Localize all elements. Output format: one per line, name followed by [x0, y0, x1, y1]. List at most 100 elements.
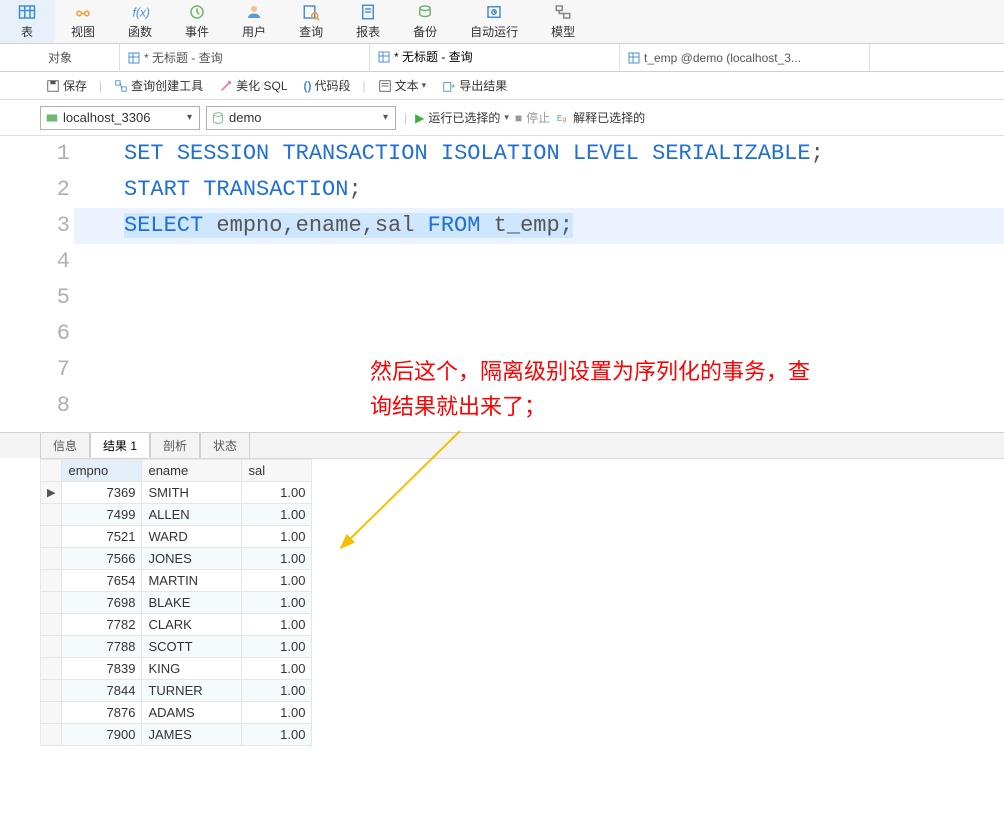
table-row[interactable]: 7782CLARK1.00 — [41, 614, 312, 636]
cell-sal[interactable]: 1.00 — [242, 636, 312, 658]
cell-empno[interactable]: 7499 — [62, 504, 142, 526]
cell-empno[interactable]: 7788 — [62, 636, 142, 658]
cell-empno[interactable]: 7876 — [62, 702, 142, 724]
table-row[interactable]: ▶7369SMITH1.00 — [41, 482, 312, 504]
tab-untitled-1[interactable]: * 无标题 - 查询 — [120, 44, 370, 71]
cell-ename[interactable]: JONES — [142, 548, 242, 570]
run-selected-button[interactable]: ▶ 运行已选择的 ▾ — [415, 109, 509, 126]
toolbar-report-label: 报表 — [356, 23, 380, 40]
cell-empno[interactable]: 7844 — [62, 680, 142, 702]
cell-empno[interactable]: 7369 — [62, 482, 142, 504]
toolbar-event-button[interactable]: 事件 — [169, 0, 226, 43]
toolbar-view-button[interactable]: 视图 — [55, 0, 112, 43]
toolbar-function-button[interactable]: f(x) 函数 — [112, 0, 169, 43]
cell-empno[interactable]: 7900 — [62, 724, 142, 746]
code-line-2[interactable]: START TRANSACTION; — [74, 172, 1004, 208]
kw: SELECT — [124, 213, 203, 238]
cell-empno[interactable]: 7698 — [62, 592, 142, 614]
table-row[interactable]: 7654MARTIN1.00 — [41, 570, 312, 592]
table-row[interactable]: 7499ALLEN1.00 — [41, 504, 312, 526]
database-icon — [211, 111, 225, 125]
db-combo[interactable]: demo ▾ — [206, 106, 396, 130]
table-row[interactable]: 7788SCOTT1.00 — [41, 636, 312, 658]
toolbar-backup-button[interactable]: 备份 — [397, 0, 454, 43]
toolbar-query-button[interactable]: 查询 — [283, 0, 340, 43]
cell-ename[interactable]: ALLEN — [142, 504, 242, 526]
cell-sal[interactable]: 1.00 — [242, 504, 312, 526]
text-button[interactable]: 文本 ▾ — [372, 75, 433, 96]
toolbar-user-button[interactable]: 用户 — [226, 0, 283, 43]
code-line-4[interactable] — [74, 244, 1004, 280]
row-indicator — [41, 570, 62, 592]
col-empno-header[interactable]: empno — [62, 460, 142, 482]
toolbar-report-button[interactable]: 报表 — [340, 0, 397, 43]
col-sal-header[interactable]: sal — [242, 460, 312, 482]
cell-ename[interactable]: MARTIN — [142, 570, 242, 592]
code-line-3[interactable]: SELECT empno,ename,sal FROM t_emp; — [74, 208, 1004, 244]
cell-ename[interactable]: SCOTT — [142, 636, 242, 658]
cell-empno[interactable]: 7654 — [62, 570, 142, 592]
cell-ename[interactable]: ADAMS — [142, 702, 242, 724]
table-row[interactable]: 7698BLAKE1.00 — [41, 592, 312, 614]
cell-ename[interactable]: SMITH — [142, 482, 242, 504]
cell-sal[interactable]: 1.00 — [242, 724, 312, 746]
save-button[interactable]: 保存 — [40, 75, 93, 96]
host-combo[interactable]: localhost_3306 ▾ — [40, 106, 200, 130]
beautify-button[interactable]: 美化 SQL — [213, 75, 293, 96]
cell-sal[interactable]: 1.00 — [242, 702, 312, 724]
tab-result-1[interactable]: 结果 1 — [90, 432, 150, 457]
line-number: 7 — [40, 352, 70, 388]
toolbar-table-button[interactable]: 表 — [0, 0, 55, 43]
snippet-button[interactable]: () 代码段 — [298, 75, 357, 96]
table-row[interactable]: 7521WARD1.00 — [41, 526, 312, 548]
toolbar-model-label: 模型 — [551, 23, 575, 40]
export-button[interactable]: 导出结果 — [436, 75, 513, 96]
cell-sal[interactable]: 1.00 — [242, 482, 312, 504]
tab-status[interactable]: 状态 — [200, 433, 250, 458]
cell-empno[interactable]: 7839 — [62, 658, 142, 680]
cell-ename[interactable]: TURNER — [142, 680, 242, 702]
col-ename-header[interactable]: ename — [142, 460, 242, 482]
col-label: ename — [148, 463, 188, 478]
tab-untitled-2[interactable]: * 无标题 - 查询 — [370, 44, 620, 71]
tab-object[interactable]: 对象 — [40, 44, 120, 71]
table-row[interactable]: 7566JONES1.00 — [41, 548, 312, 570]
cell-sal[interactable]: 1.00 — [242, 526, 312, 548]
cell-sal[interactable]: 1.00 — [242, 614, 312, 636]
code-line-6[interactable] — [74, 316, 1004, 352]
table-row[interactable]: 7844TURNER1.00 — [41, 680, 312, 702]
cell-sal[interactable]: 1.00 — [242, 658, 312, 680]
table-row[interactable]: 7876ADAMS1.00 — [41, 702, 312, 724]
tab-info[interactable]: 信息 — [40, 433, 90, 458]
sql-editor[interactable]: 1 2 3 4 5 6 7 8 SET SESSION TRANSACTION … — [0, 136, 1004, 424]
cell-ename[interactable]: CLARK — [142, 614, 242, 636]
tab-temp[interactable]: t_emp @demo (localhost_3... — [620, 44, 870, 71]
cell-ename[interactable]: BLAKE — [142, 592, 242, 614]
cell-ename[interactable]: WARD — [142, 526, 242, 548]
tab-temp-label: t_emp @demo (localhost_3... — [644, 51, 801, 65]
cell-ename[interactable]: JAMES — [142, 724, 242, 746]
cell-empno[interactable]: 7566 — [62, 548, 142, 570]
query-builder-button[interactable]: 查询创建工具 — [108, 75, 209, 96]
stop-button[interactable]: ■ 停止 — [515, 109, 550, 126]
code-line-1[interactable]: SET SESSION TRANSACTION ISOLATION LEVEL … — [74, 136, 1004, 172]
run-selected-label: 运行已选择的 — [428, 109, 500, 126]
cell-sal[interactable]: 1.00 — [242, 680, 312, 702]
cell-sal[interactable]: 1.00 — [242, 570, 312, 592]
cell-ename[interactable]: KING — [142, 658, 242, 680]
table-row[interactable]: 7839KING1.00 — [41, 658, 312, 680]
cell-sal[interactable]: 1.00 — [242, 548, 312, 570]
cell-sal[interactable]: 1.00 — [242, 592, 312, 614]
line-number: 5 — [40, 280, 70, 316]
tab-profile[interactable]: 剖析 — [150, 433, 200, 458]
toolbar-backup-label: 备份 — [413, 23, 437, 40]
cell-empno[interactable]: 7782 — [62, 614, 142, 636]
table-row[interactable]: 7900JAMES1.00 — [41, 724, 312, 746]
beautify-label: 美化 SQL — [236, 77, 287, 94]
punct: ; — [811, 141, 824, 166]
code-line-5[interactable] — [74, 280, 1004, 316]
explain-button[interactable]: Eg 解释已选择的 — [556, 109, 645, 126]
toolbar-model-button[interactable]: 模型 — [535, 0, 592, 43]
toolbar-autorun-button[interactable]: 自动运行 — [454, 0, 535, 43]
cell-empno[interactable]: 7521 — [62, 526, 142, 548]
